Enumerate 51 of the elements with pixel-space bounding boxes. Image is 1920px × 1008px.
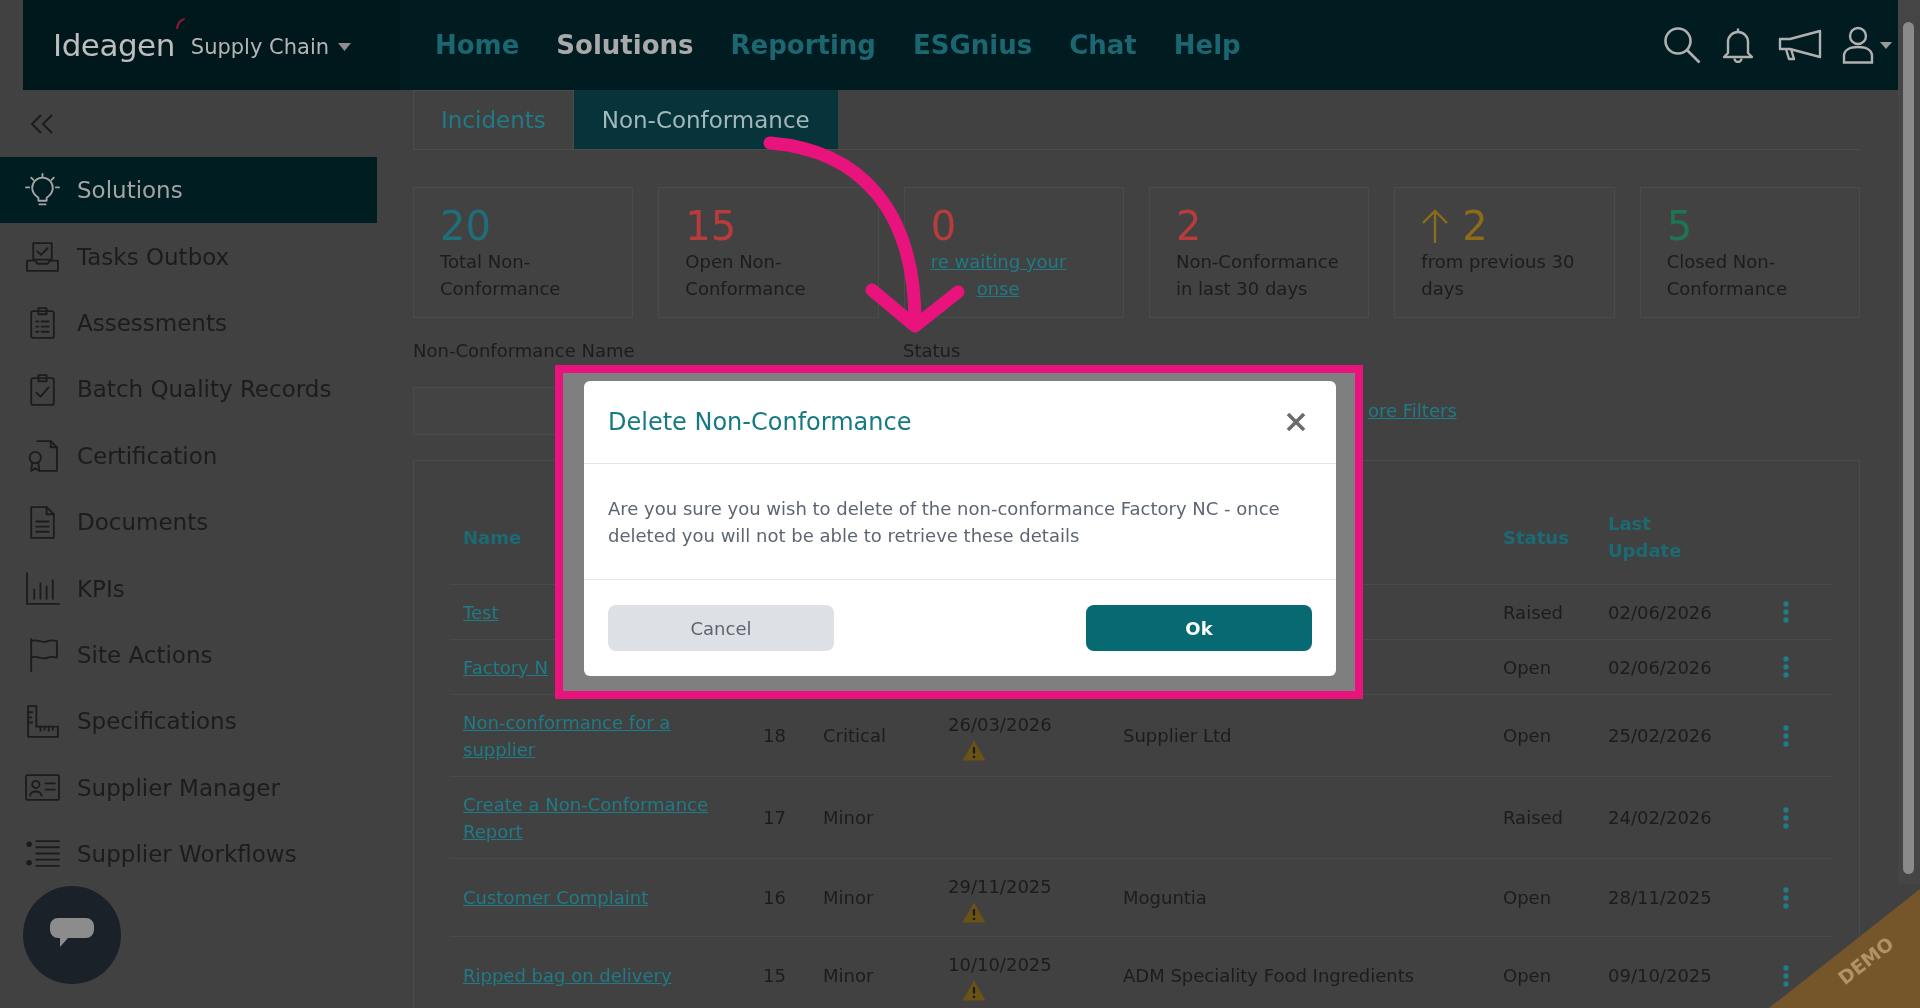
row-link[interactable]: Factory N — [463, 653, 548, 681]
logo-swoosh-icon — [175, 18, 185, 29]
row-link[interactable]: Customer Complaint — [463, 884, 649, 911]
nav-link[interactable]: Solutions — [556, 29, 694, 61]
user-icon[interactable] — [1842, 26, 1874, 64]
stat-value: 20 — [440, 204, 491, 248]
row-link[interactable]: Test — [463, 598, 499, 626]
caret-icon[interactable] — [1880, 41, 1892, 49]
row-link[interactable]: Non-conformance for a supplier — [463, 708, 718, 763]
lightbulb-icon — [25, 172, 60, 208]
more-options-icon[interactable] — [1783, 601, 1789, 623]
bar-chart-icon — [25, 571, 60, 607]
stat-value: 2 — [1176, 204, 1202, 248]
up-arrow-icon — [1421, 209, 1450, 243]
stat-value: 0 — [930, 204, 957, 248]
tab[interactable]: Incidents — [413, 90, 574, 149]
search-icon[interactable] — [1663, 26, 1701, 64]
tray-check-icon — [25, 239, 60, 275]
stat-link[interactable]: onse — [976, 275, 1020, 302]
tab[interactable]: Non-Conformance — [573, 90, 838, 149]
row-link[interactable]: Ripped bag on delivery — [463, 962, 672, 989]
more-options-icon[interactable] — [1783, 886, 1789, 909]
stat-value: 15 — [685, 204, 737, 248]
double-chevron-icon[interactable] — [30, 113, 54, 134]
nav-link[interactable]: Help — [1173, 29, 1241, 61]
more-options-icon[interactable] — [1783, 724, 1789, 747]
ruler-icon — [25, 703, 60, 739]
nav-link[interactable]: Reporting — [730, 29, 876, 61]
dialog-message: Are you sure you wish to delete of the non-conformance Factory NC - once deleted you will not be able to retrieve these details — [608, 496, 1281, 548]
filters-link[interactable]: ore Filters — [1368, 399, 1457, 423]
sidebar-item[interactable]: Solutions — [0, 157, 377, 224]
stat-value: 2 — [1462, 204, 1488, 248]
nav-link[interactable]: Home — [435, 29, 520, 61]
product-switcher[interactable]: Supply Chain — [190, 35, 352, 59]
dialog-title: Delete Non-Conformance — [608, 408, 912, 436]
nav-link[interactable]: ESGnius — [913, 29, 1033, 61]
more-options-icon[interactable] — [1783, 964, 1789, 987]
stat-link[interactable]: re waiting your — [930, 248, 1067, 275]
cancel-button[interactable]: Cancel — [608, 605, 834, 651]
scrollbar-thumb[interactable] — [1903, 22, 1914, 874]
ok-button[interactable]: Ok — [1086, 605, 1312, 651]
more-options-icon[interactable] — [1783, 806, 1789, 829]
input-field[interactable] — [413, 387, 555, 435]
megaphone-icon[interactable] — [1778, 29, 1822, 61]
close-icon[interactable] — [1286, 412, 1306, 432]
bell-icon[interactable] — [1722, 27, 1754, 63]
logo-text[interactable]: Ideagen — [53, 27, 175, 63]
nav-link[interactable]: Chat — [1069, 29, 1137, 61]
caret-icon — [338, 43, 352, 51]
row-link[interactable]: Create a Non-Conformance Report — [463, 790, 718, 845]
more-options-icon[interactable] — [1783, 656, 1789, 678]
